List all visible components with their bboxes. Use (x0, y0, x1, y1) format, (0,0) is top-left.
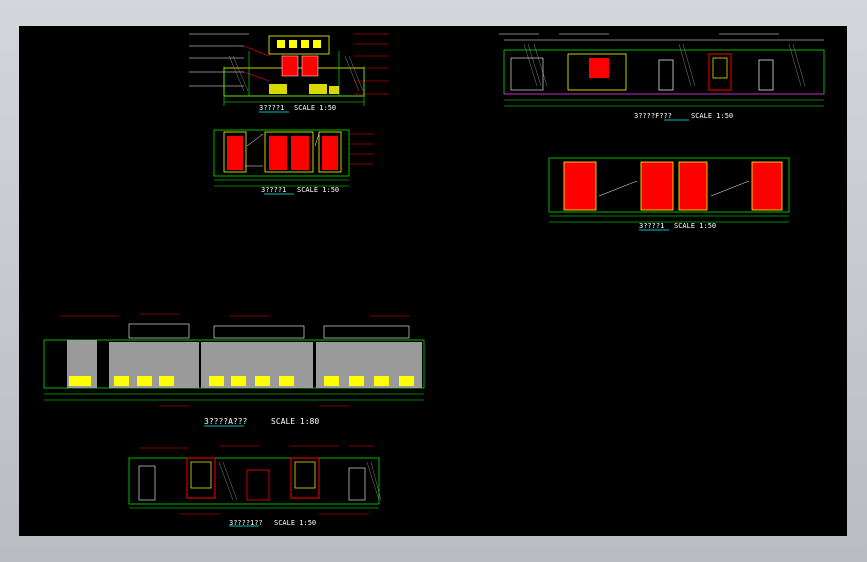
elevation-bottom-scale: SCALE 1:50 (274, 519, 317, 527)
elevation-long-title: 3????A??? (204, 417, 248, 426)
elevation-long-scale: SCALE 1:80 (271, 417, 320, 426)
elevation-top-left-scale: SCALE 1:50 (294, 104, 337, 112)
elevation-mid-left-title: 3????1 (261, 186, 287, 194)
elevation-bottom-drawing[interactable] (128, 445, 382, 527)
elevation-top-left-drawing[interactable] (189, 33, 389, 113)
elevation-top-right-scale: SCALE 1:50 (691, 112, 734, 120)
cad-drawing-canvas[interactable]: 3????1 SCALE 1:50 3????1 SCALE 1:50 3???… (19, 26, 847, 536)
elevation-mid-right-drawing[interactable] (548, 157, 790, 231)
elevation-mid-right-scale: SCALE 1:50 (674, 222, 717, 230)
elevation-long-drawing[interactable] (43, 313, 425, 427)
elevation-top-right-drawing[interactable] (499, 33, 825, 121)
elevation-bottom-title: 3????1?? (229, 519, 263, 527)
cad-drawing (43, 33, 825, 527)
elevation-mid-left-drawing[interactable] (213, 129, 374, 195)
elevation-top-left-title: 3????1 (259, 104, 285, 112)
elevation-mid-left-scale: SCALE 1:50 (297, 186, 340, 194)
elevation-mid-right-title: 3????1 (639, 222, 665, 230)
elevation-top-right-title: 3????F??? (634, 112, 672, 120)
